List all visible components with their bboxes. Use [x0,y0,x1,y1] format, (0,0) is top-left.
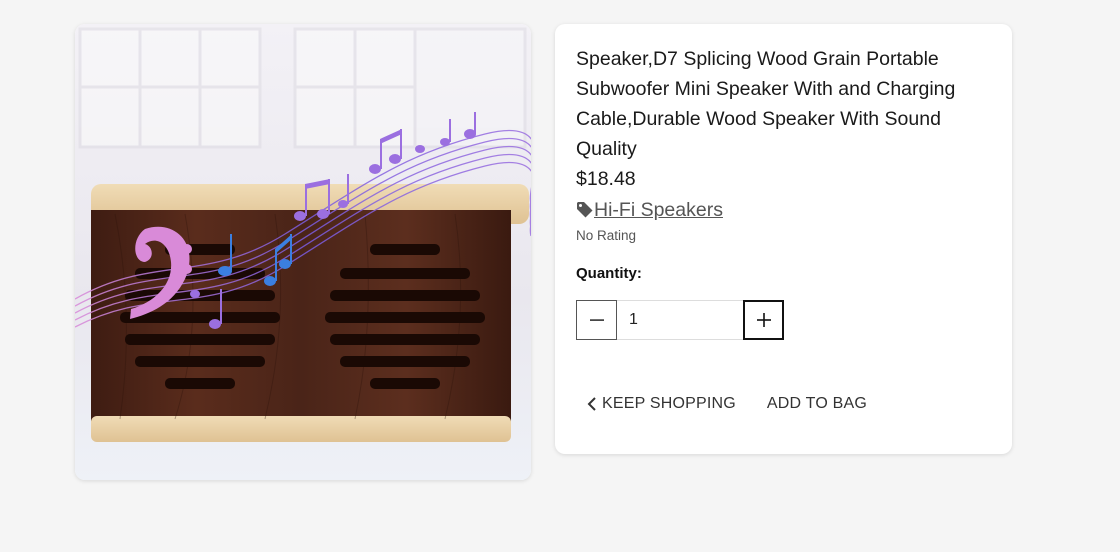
tag-icon [577,202,593,218]
product-details-card: Speaker,D7 Splicing Wood Grain Portable … [555,24,1012,454]
increment-button[interactable] [743,300,784,340]
category-link[interactable]: Hi-Fi Speakers [594,199,723,222]
keep-shopping-button[interactable]: KEEP SHOPPING [586,395,736,413]
product-category: Hi-Fi Speakers [576,197,991,223]
quantity-input[interactable] [617,300,743,340]
plus-icon [756,313,771,327]
quantity-stepper [576,300,991,340]
speaker-image [75,24,531,480]
keep-shopping-label: KEEP SHOPPING [602,395,736,412]
product-price: $18.48 [576,168,636,190]
decrement-button[interactable] [576,300,617,340]
product-image [75,24,531,480]
product-rating: No Rating [576,228,637,243]
add-to-bag-label: ADD TO BAG [766,395,868,412]
action-bar: KEEP SHOPPING ADD TO BAG [586,395,991,413]
product-title: Speaker,D7 Splicing Wood Grain Portable … [576,48,956,160]
minus-icon [589,319,604,321]
chevron-left-icon [587,397,596,411]
quantity-label: Quantity: [576,265,642,282]
add-to-bag-button[interactable]: ADD TO BAG [767,395,867,413]
